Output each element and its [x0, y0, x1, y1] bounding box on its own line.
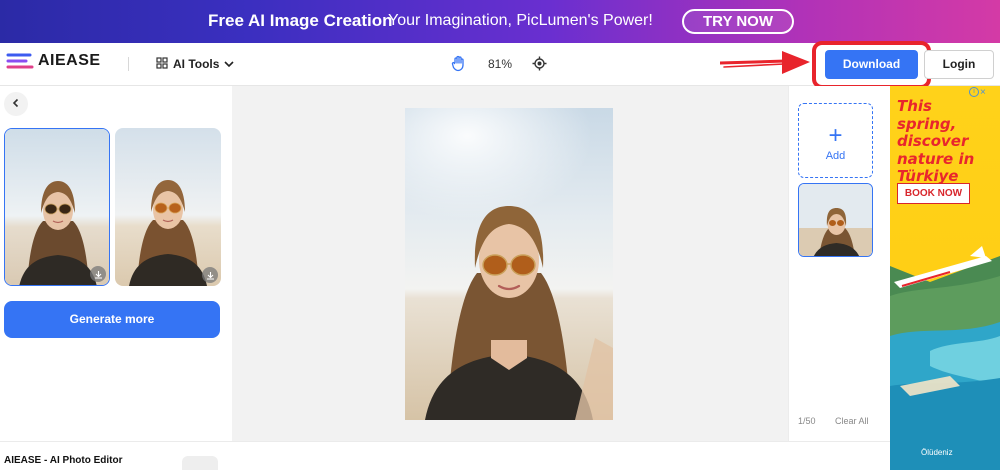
- aiease-logo-icon: [6, 52, 34, 79]
- portrait-image: [5, 129, 109, 285]
- red-arrow-annotation-icon: [718, 50, 812, 81]
- promo-banner[interactable]: Free AI Image Creation Your Imagination,…: [0, 0, 1000, 43]
- ad-book-now-button[interactable]: BOOK NOW: [897, 183, 970, 204]
- banner-try-now-button[interactable]: TRY NOW: [682, 9, 794, 34]
- grid-icon: [156, 56, 168, 72]
- footer-bar: [0, 441, 890, 470]
- ad-location-label: Ölüdeniz: [921, 448, 953, 457]
- chevron-left-icon: [11, 95, 21, 113]
- ai-tools-menu-button[interactable]: AI Tools: [156, 55, 235, 73]
- add-image-button[interactable]: + Add: [798, 103, 873, 178]
- add-label: Add: [825, 150, 846, 162]
- image-count: 1/50: [798, 416, 816, 426]
- result-thumbnail-1[interactable]: [4, 128, 110, 286]
- back-button[interactable]: [4, 92, 28, 116]
- thumbnail-download-icon[interactable]: [202, 267, 218, 283]
- thumbnail-download-icon[interactable]: [90, 266, 106, 282]
- ai-tools-label: AI Tools: [173, 57, 220, 71]
- main-preview-image[interactable]: [405, 108, 613, 420]
- ad-headline: This spring, discover nature in Türkiye: [897, 97, 975, 185]
- zoom-level: 81%: [488, 57, 513, 71]
- header-divider: [128, 57, 129, 71]
- ad-info-icon[interactable]: i: [969, 87, 979, 97]
- generate-more-button[interactable]: Generate more: [4, 301, 220, 338]
- ad-close-icon[interactable]: ×: [980, 87, 992, 99]
- fit-to-center-icon[interactable]: [532, 56, 547, 76]
- chevron-down-icon: [224, 57, 235, 71]
- banner-subtitle: Your Imagination, PicLumen's Power!: [388, 12, 653, 29]
- banner-title: Free AI Image Creation: [208, 11, 393, 30]
- result-thumbnail-2[interactable]: [115, 128, 221, 286]
- footer-title: AIEASE - AI Photo Editor: [4, 455, 123, 466]
- plus-icon: +: [828, 122, 843, 149]
- logo-text[interactable]: AIEASE: [38, 52, 101, 70]
- portrait-image: [115, 128, 221, 286]
- portrait-image: [799, 184, 872, 256]
- login-button[interactable]: Login: [924, 50, 994, 79]
- footer-illustration: [182, 456, 218, 470]
- image-list-item[interactable]: [798, 183, 873, 257]
- download-button[interactable]: Download: [825, 50, 918, 79]
- hand-pan-icon[interactable]: [451, 55, 467, 77]
- clear-all-button[interactable]: Clear All: [835, 416, 869, 426]
- portrait-image: [405, 108, 613, 420]
